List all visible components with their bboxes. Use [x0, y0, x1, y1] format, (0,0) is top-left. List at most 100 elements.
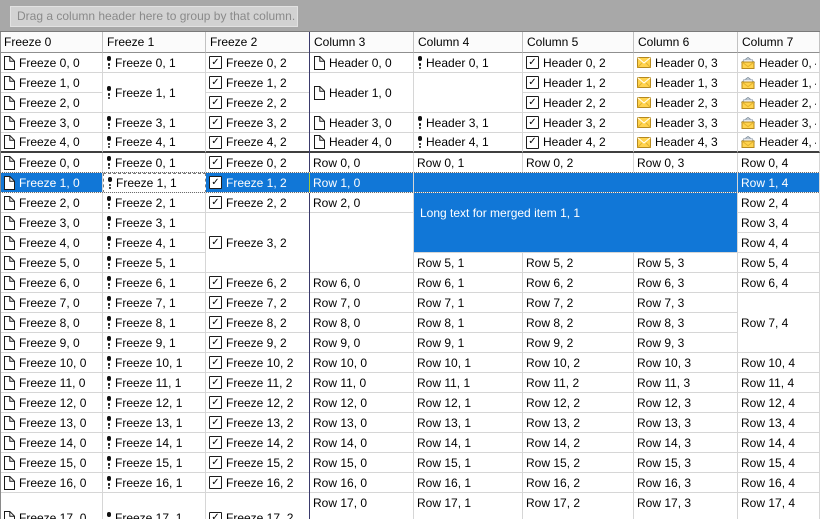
grid-cell[interactable]: ✓Freeze 11, 2 — [206, 373, 310, 393]
grid-cell[interactable]: Row 3, 4 — [738, 213, 820, 233]
grid-cell[interactable]: Freeze 7, 1 — [103, 293, 206, 313]
header-cell[interactable]: ✓Header 3, 2 — [523, 113, 634, 133]
grid-cell[interactable]: ✓Freeze 10, 2 — [206, 353, 310, 373]
header-cell[interactable]: Header 0, 4 — [738, 53, 820, 73]
grid-cell[interactable]: Row 14, 4 — [738, 433, 820, 453]
column-header[interactable]: Column 7 — [738, 32, 820, 53]
grid-cell[interactable]: Row 12, 3 — [634, 393, 738, 413]
grid-cell[interactable]: Freeze 7, 0 — [0, 293, 103, 313]
grid-cell[interactable]: Row 10, 2 — [523, 353, 634, 373]
grid-cell[interactable]: Freeze 6, 0 — [0, 273, 103, 293]
header-cell[interactable]: Freeze 1, 1 — [103, 73, 206, 113]
grid-cell[interactable]: Freeze 1, 1 — [103, 173, 206, 193]
column-header[interactable]: Column 4 — [414, 32, 523, 53]
grid-cell[interactable]: Freeze 1, 0 — [0, 173, 103, 193]
grid-cell[interactable]: Freeze 16, 1 — [103, 473, 206, 493]
header-cell[interactable]: Freeze 3, 0 — [0, 113, 103, 133]
grid-cell[interactable]: Freeze 14, 1 — [103, 433, 206, 453]
header-cell[interactable]: Header 4, 4 — [738, 133, 820, 153]
grid-cell[interactable]: Freeze 15, 1 — [103, 453, 206, 473]
grid-cell[interactable]: Freeze 10, 1 — [103, 353, 206, 373]
header-cell[interactable]: Freeze 0, 1 — [103, 53, 206, 73]
header-cell[interactable]: Header 1, 3 — [634, 73, 738, 93]
header-cell[interactable]: ✓Freeze 0, 2 — [206, 53, 310, 73]
grid-cell[interactable]: Row 11, 1 — [414, 373, 523, 393]
header-cell[interactable]: Header 2, 4 — [738, 93, 820, 113]
grid-cell[interactable]: Row 9, 1 — [414, 333, 523, 353]
header-cell[interactable]: Freeze 3, 1 — [103, 113, 206, 133]
grid-cell[interactable]: Freeze 8, 1 — [103, 313, 206, 333]
grid-cell[interactable]: Freeze 4, 0 — [0, 233, 103, 253]
grid-cell[interactable]: Row 5, 3 — [634, 253, 738, 273]
grid-cell[interactable]: Row 7, 0 — [310, 293, 414, 313]
grid-cell[interactable]: Row 16, 1 — [414, 473, 523, 493]
grid-cell[interactable]: Freeze 12, 0 — [0, 393, 103, 413]
column-header[interactable]: Freeze 0 — [0, 32, 103, 53]
grid-cell[interactable]: Freeze 10, 0 — [0, 353, 103, 373]
column-header[interactable]: Freeze 1 — [103, 32, 206, 53]
header-cell[interactable]: Freeze 0, 0 — [0, 53, 103, 73]
grid-cell[interactable]: ✓Freeze 2, 2 — [206, 193, 310, 213]
grid-cell[interactable]: Row 6, 3 — [634, 273, 738, 293]
grid-cell[interactable]: Row 17, 1 — [414, 493, 523, 519]
header-cell[interactable]: Header 0, 1 — [414, 53, 523, 73]
grid-cell[interactable]: Freeze 14, 0 — [0, 433, 103, 453]
grid-cell[interactable]: Row 9, 0 — [310, 333, 414, 353]
grid-cell[interactable]: ✓Freeze 16, 2 — [206, 473, 310, 493]
grid-cell[interactable]: Freeze 5, 0 — [0, 253, 103, 273]
header-cell[interactable]: ✓Freeze 1, 2 — [206, 73, 310, 93]
grid-cell[interactable]: ✓Freeze 8, 2 — [206, 313, 310, 333]
grid-cell[interactable] — [310, 213, 414, 273]
grid-cell[interactable]: Row 12, 0 — [310, 393, 414, 413]
header-cell[interactable]: ✓Freeze 4, 2 — [206, 133, 310, 153]
grid-cell[interactable]: Row 16, 0 — [310, 473, 414, 493]
grid-cell[interactable]: Row 16, 4 — [738, 473, 820, 493]
grid-cell[interactable]: Row 14, 1 — [414, 433, 523, 453]
grid-cell[interactable]: Row 15, 4 — [738, 453, 820, 473]
grid-cell[interactable]: Row 1, 0 — [310, 173, 414, 193]
grid-cell[interactable]: Row 17, 2 — [523, 493, 634, 519]
grid-cell[interactable]: Row 13, 4 — [738, 413, 820, 433]
grid-cell[interactable]: ✓Freeze 1, 2 — [206, 173, 310, 193]
grid-cell[interactable]: Row 13, 1 — [414, 413, 523, 433]
header-cell[interactable]: ✓Header 4, 2 — [523, 133, 634, 153]
grid-cell[interactable]: Row 16, 3 — [634, 473, 738, 493]
header-cell[interactable]: Freeze 1, 0 — [0, 73, 103, 93]
grid-cell[interactable]: Row 10, 1 — [414, 353, 523, 373]
grid-cell[interactable]: Freeze 0, 0 — [0, 153, 103, 173]
grid-cell[interactable]: ✓Freeze 15, 2 — [206, 453, 310, 473]
grid-cell[interactable]: Row 13, 3 — [634, 413, 738, 433]
grid-cell[interactable]: Row 4, 4 — [738, 233, 820, 253]
grid-cell[interactable]: Row 11, 4 — [738, 373, 820, 393]
column-header[interactable]: Column 6 — [634, 32, 738, 53]
grid-cell[interactable]: Freeze 16, 0 — [0, 473, 103, 493]
grid-cell[interactable]: Row 1, 4 — [738, 173, 820, 193]
grid-cell[interactable]: Freeze 3, 0 — [0, 213, 103, 233]
grid-cell[interactable]: Row 12, 1 — [414, 393, 523, 413]
column-header[interactable]: Freeze 2 — [206, 32, 310, 53]
grid-cell[interactable]: ✓Freeze 6, 2 — [206, 273, 310, 293]
grid-cell[interactable]: Row 6, 4 — [738, 273, 820, 293]
grid-cell[interactable]: Row 12, 4 — [738, 393, 820, 413]
grid-cell[interactable]: Row 0, 4 — [738, 153, 820, 173]
grid-cell[interactable]: ✓Freeze 14, 2 — [206, 433, 310, 453]
header-cell[interactable]: ✓Header 0, 2 — [523, 53, 634, 73]
grid-cell[interactable]: Freeze 13, 1 — [103, 413, 206, 433]
grid-cell[interactable]: Row 17, 3 — [634, 493, 738, 519]
grid-cell[interactable]: Row 9, 2 — [523, 333, 634, 353]
grid-cell[interactable]: Row 11, 2 — [523, 373, 634, 393]
grid-cell[interactable]: Freeze 3, 1 — [103, 213, 206, 233]
column-header[interactable]: Column 3 — [310, 32, 414, 53]
grid-cell[interactable]: Row 15, 3 — [634, 453, 738, 473]
grid-cell[interactable]: Freeze 8, 0 — [0, 313, 103, 333]
grid-cell[interactable]: Row 15, 2 — [523, 453, 634, 473]
grid-cell[interactable]: ✓Freeze 0, 2 — [206, 153, 310, 173]
grid-cell[interactable]: Row 6, 2 — [523, 273, 634, 293]
grid-cell[interactable]: Row 7, 2 — [523, 293, 634, 313]
grid-cell[interactable]: ✓Freeze 3, 2 — [206, 213, 310, 273]
grid-cell[interactable]: Freeze 17, 0 — [0, 493, 103, 519]
grid-cell[interactable]: Row 0, 0 — [310, 153, 414, 173]
header-cell[interactable]: ✓Freeze 2, 2 — [206, 93, 310, 113]
grid-cell[interactable]: Freeze 11, 1 — [103, 373, 206, 393]
grid-cell[interactable]: Freeze 15, 0 — [0, 453, 103, 473]
